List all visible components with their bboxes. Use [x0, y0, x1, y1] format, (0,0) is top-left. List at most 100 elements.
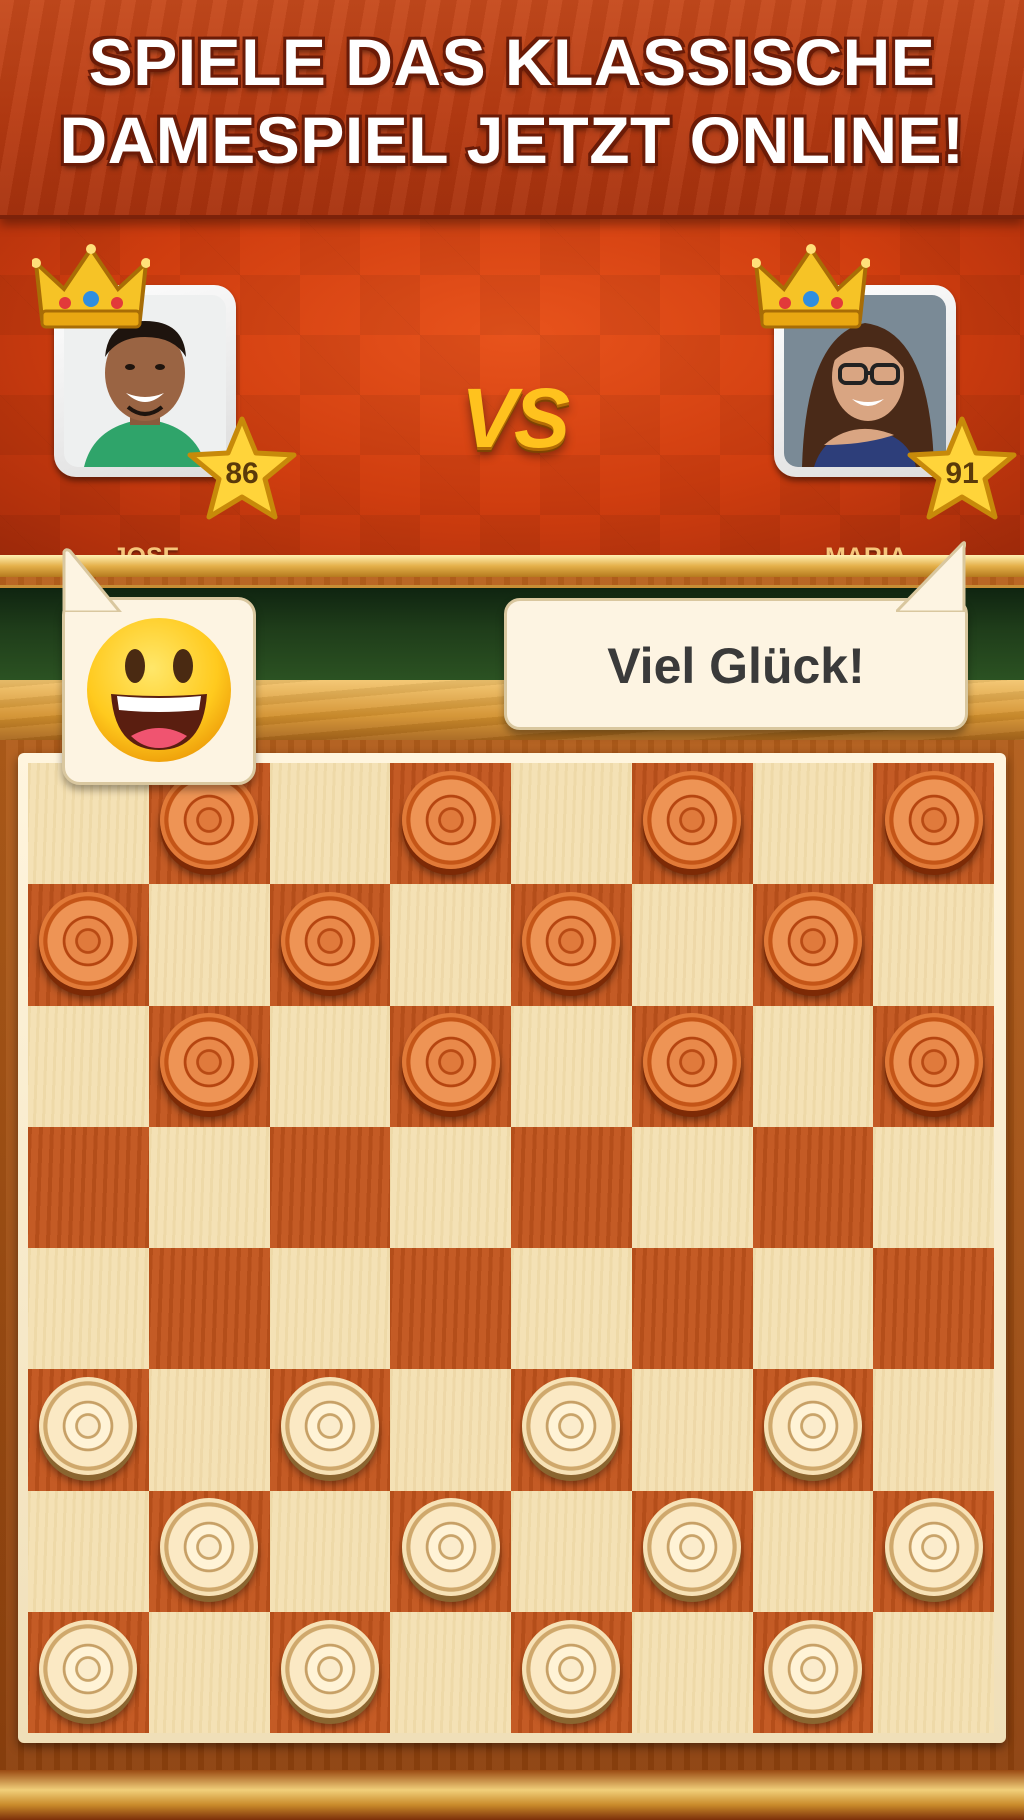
- board-square[interactable]: [390, 1369, 511, 1491]
- board-square[interactable]: [28, 884, 149, 1006]
- cream-checker-piece[interactable]: [401, 1498, 500, 1597]
- board-square[interactable]: [511, 1490, 632, 1612]
- cream-checker-piece[interactable]: [160, 1498, 259, 1597]
- board-square[interactable]: [873, 1005, 994, 1127]
- banner-headline-line-1: SPIELE DAS KLASSISCHE: [88, 25, 936, 99]
- board-square[interactable]: [148, 1611, 270, 1733]
- board-square[interactable]: [390, 1490, 511, 1612]
- board-square[interactable]: [873, 1369, 994, 1491]
- board-square[interactable]: [148, 1490, 270, 1612]
- cream-checker-piece[interactable]: [884, 1498, 983, 1597]
- board-square[interactable]: [269, 1369, 391, 1491]
- message-chat-bubble[interactable]: Viel Glück!: [504, 598, 968, 730]
- banner-headline-line-2: DAMESPIEL JETZT ONLINE!: [59, 103, 965, 177]
- board-square[interactable]: [28, 1248, 149, 1370]
- board-square[interactable]: [631, 1248, 753, 1370]
- board-square[interactable]: [390, 1126, 511, 1248]
- board-square[interactable]: [148, 1005, 270, 1127]
- board-square[interactable]: [148, 1126, 270, 1248]
- board-square[interactable]: [631, 1490, 753, 1612]
- board-square[interactable]: [511, 763, 632, 885]
- board-square[interactable]: [511, 1126, 632, 1248]
- board-square[interactable]: [269, 763, 391, 885]
- board-square[interactable]: [511, 884, 632, 1006]
- board-square[interactable]: [631, 1005, 753, 1127]
- board-square[interactable]: [269, 1005, 391, 1127]
- red-checker-piece[interactable]: [884, 770, 983, 869]
- red-checker-piece[interactable]: [160, 770, 259, 869]
- cream-checker-piece[interactable]: [522, 1619, 621, 1718]
- board-square[interactable]: [269, 1490, 391, 1612]
- board-square[interactable]: [752, 1611, 874, 1733]
- red-checker-piece[interactable]: [401, 1013, 500, 1112]
- emoji-chat-bubble[interactable]: [62, 597, 256, 785]
- board-square[interactable]: [28, 1490, 149, 1612]
- board-square[interactable]: [631, 884, 753, 1006]
- red-checker-piece[interactable]: [160, 1013, 259, 1112]
- board-square[interactable]: [28, 1369, 149, 1491]
- board-square[interactable]: [752, 763, 874, 885]
- board-square[interactable]: [269, 1126, 391, 1248]
- board-square[interactable]: [269, 1248, 391, 1370]
- board-square[interactable]: [752, 1005, 874, 1127]
- board-square[interactable]: [631, 1369, 753, 1491]
- board-square[interactable]: [873, 763, 994, 885]
- promo-banner: SPIELE DAS KLASSISCHE DAMESPIEL JETZT ON…: [0, 0, 1024, 219]
- cream-checker-piece[interactable]: [280, 1619, 379, 1718]
- board-square[interactable]: [269, 884, 391, 1006]
- grinning-face-emoji-icon: [87, 618, 231, 762]
- board-square[interactable]: [511, 1369, 632, 1491]
- cream-checker-piece[interactable]: [39, 1619, 138, 1718]
- board-square[interactable]: [873, 1126, 994, 1248]
- board-square[interactable]: [873, 1248, 994, 1370]
- cream-checker-piece[interactable]: [763, 1377, 862, 1476]
- board-square[interactable]: [28, 1005, 149, 1127]
- player-card-right[interactable]: 91 MARIA: [751, 244, 1017, 571]
- board-square[interactable]: [390, 1005, 511, 1127]
- red-checker-piece[interactable]: [39, 892, 138, 991]
- red-checker-piece[interactable]: [763, 892, 862, 991]
- board-square[interactable]: [752, 1126, 874, 1248]
- player-card-left[interactable]: 86 JOSE: [31, 244, 297, 571]
- board-square[interactable]: [511, 1611, 632, 1733]
- board-square[interactable]: [873, 1611, 994, 1733]
- board-square[interactable]: [148, 1248, 270, 1370]
- players-panel: 86 JOSE VS: [0, 215, 1024, 571]
- cream-checker-piece[interactable]: [763, 1619, 862, 1718]
- board-square[interactable]: [873, 1490, 994, 1612]
- cream-checker-piece[interactable]: [39, 1377, 138, 1476]
- board-square[interactable]: [873, 884, 994, 1006]
- board-square[interactable]: [631, 763, 753, 885]
- cream-checker-piece[interactable]: [643, 1498, 742, 1597]
- board-square[interactable]: [148, 884, 270, 1006]
- board-square[interactable]: [752, 884, 874, 1006]
- red-checker-piece[interactable]: [643, 1013, 742, 1112]
- board-square[interactable]: [511, 1005, 632, 1127]
- board-square[interactable]: [28, 1126, 149, 1248]
- board-square[interactable]: [631, 1611, 753, 1733]
- board-square[interactable]: [390, 1248, 511, 1370]
- board-square[interactable]: [752, 1490, 874, 1612]
- board-square[interactable]: [28, 1611, 149, 1733]
- cream-checker-piece[interactable]: [522, 1377, 621, 1476]
- board-square[interactable]: [511, 1248, 632, 1370]
- level-star-icon: 91: [906, 415, 1018, 523]
- board-square[interactable]: [148, 1369, 270, 1491]
- board-square[interactable]: [390, 1611, 511, 1733]
- board-square[interactable]: [390, 763, 511, 885]
- checkers-board[interactable]: [28, 763, 994, 1733]
- cream-checker-piece[interactable]: [280, 1377, 379, 1476]
- board-square[interactable]: [631, 1126, 753, 1248]
- red-checker-piece[interactable]: [884, 1013, 983, 1112]
- crown-icon: [751, 241, 871, 333]
- red-checker-piece[interactable]: [522, 892, 621, 991]
- red-checker-piece[interactable]: [280, 892, 379, 991]
- player-level-jose: 86: [225, 457, 259, 490]
- board-square[interactable]: [752, 1248, 874, 1370]
- red-checker-piece[interactable]: [643, 770, 742, 869]
- board-square[interactable]: [390, 884, 511, 1006]
- red-checker-piece[interactable]: [401, 770, 500, 869]
- checkers-board-frame: [18, 753, 1006, 1743]
- board-square[interactable]: [752, 1369, 874, 1491]
- board-square[interactable]: [269, 1611, 391, 1733]
